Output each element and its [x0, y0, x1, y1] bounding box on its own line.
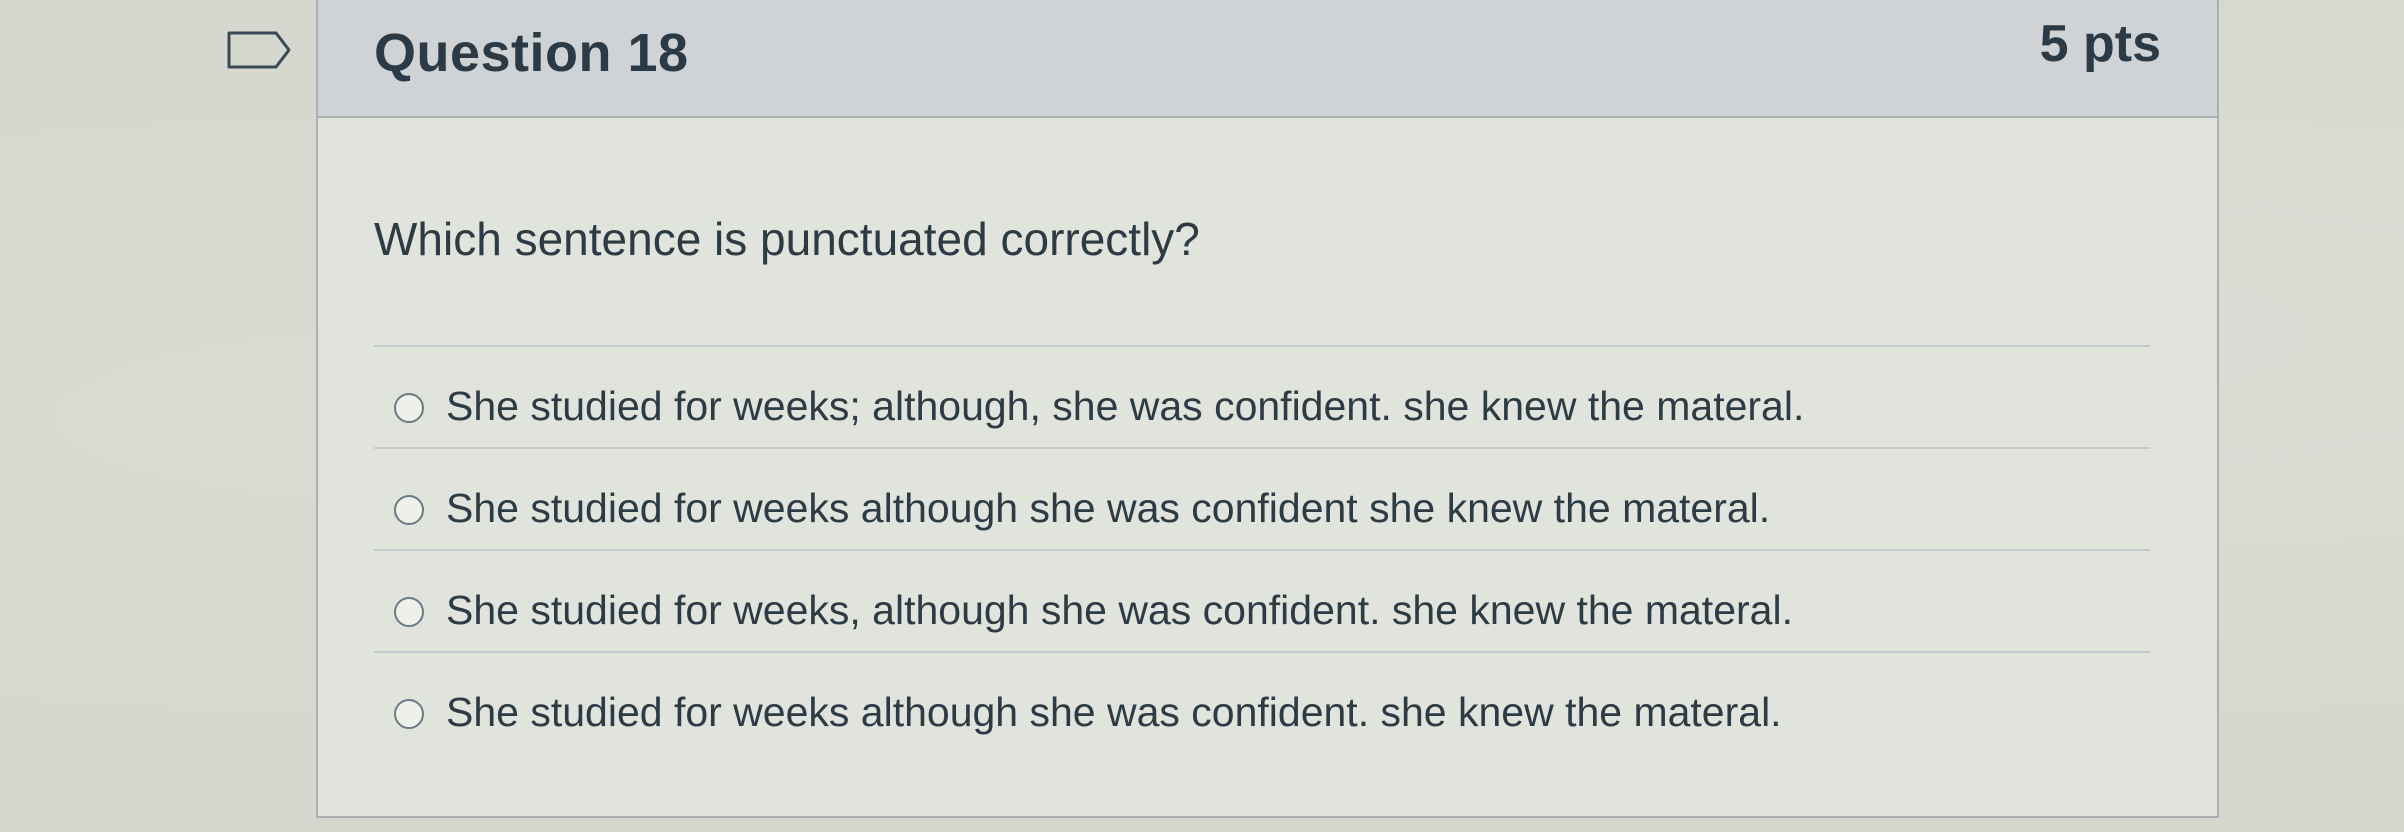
radio-button[interactable] [394, 597, 424, 627]
question-title: Question 18 [374, 23, 689, 83]
radio-button[interactable] [394, 393, 424, 423]
radio-button[interactable] [394, 699, 424, 729]
question-header: Question 18 5 pts [318, 0, 2217, 118]
question-points: 5 pts [2039, 15, 2161, 73]
question-text: Which sentence is punctuated correctly? [374, 213, 1200, 265]
radio-button[interactable] [394, 495, 424, 525]
answer-label[interactable]: She studied for weeks; although, she was… [446, 383, 1804, 430]
answer-list: She studied for weeks; although, she was… [374, 345, 2150, 753]
answer-label[interactable]: She studied for weeks, although she was … [446, 587, 1793, 634]
answer-option[interactable]: She studied for weeks, although she was … [374, 549, 2150, 651]
answer-option[interactable]: She studied for weeks; although, she was… [374, 345, 2150, 447]
answer-label[interactable]: She studied for weeks although she was c… [446, 485, 1770, 532]
question-card: Question 18 5 pts Which sentence is punc… [316, 0, 2219, 818]
answer-option[interactable]: She studied for weeks although she was c… [374, 447, 2150, 549]
flag-question-icon[interactable] [226, 30, 292, 70]
answer-option[interactable]: She studied for weeks although she was c… [374, 651, 2150, 753]
answer-label[interactable]: She studied for weeks although she was c… [446, 689, 1782, 736]
